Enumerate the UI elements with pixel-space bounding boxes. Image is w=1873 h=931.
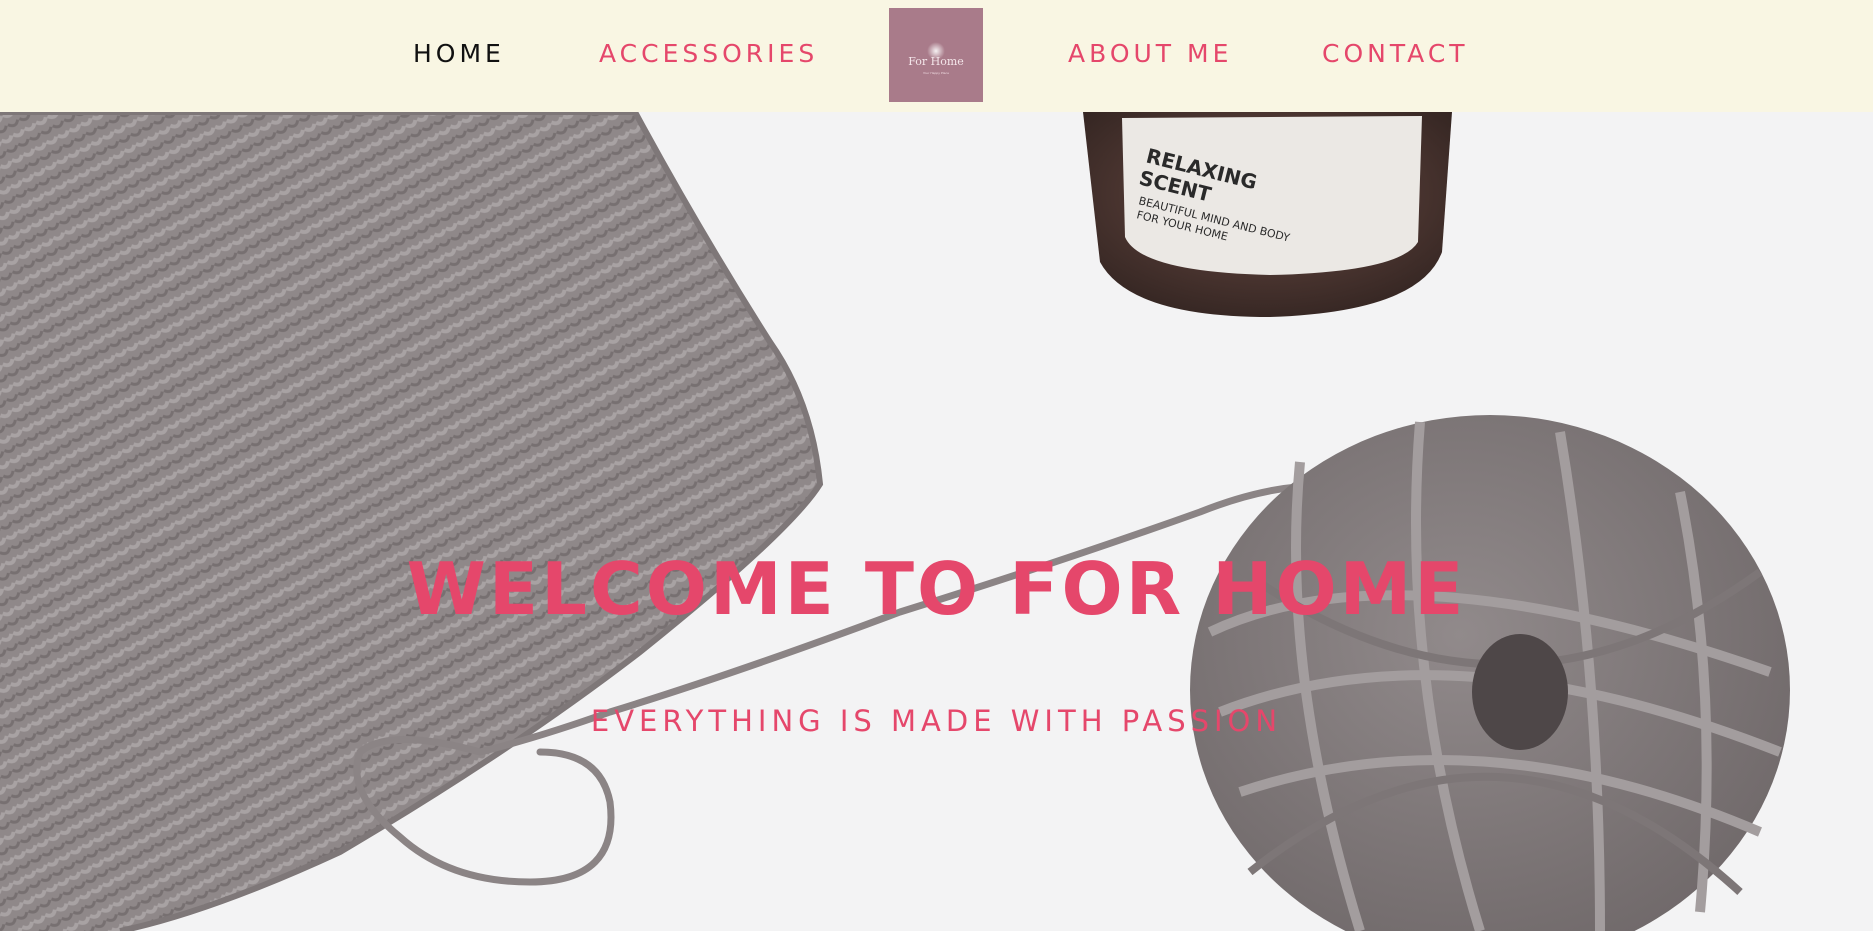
candle-jar: RELAXING SCENT BEAUTIFUL MIND AND BODY F… bbox=[1083, 112, 1452, 317]
logo[interactable]: For Home Your Happy Place bbox=[889, 8, 983, 102]
nav-link-home[interactable]: HOME bbox=[413, 38, 505, 70]
hero-section: RELAXING SCENT BEAUTIFUL MIND AND BODY F… bbox=[0, 112, 1873, 931]
logo-tagline: Your Happy Place bbox=[923, 71, 949, 75]
logo-title: For Home bbox=[908, 55, 964, 68]
site-header: HOME ACCESSORIES For Home Your Happy Pla… bbox=[0, 0, 1873, 112]
hero-title: WELCOME TO FOR HOME bbox=[406, 547, 1467, 632]
hero-subtitle: EVERYTHING IS MADE WITH PASSION bbox=[590, 704, 1283, 738]
hero-background-image: RELAXING SCENT BEAUTIFUL MIND AND BODY F… bbox=[0, 112, 1790, 931]
nav-link-contact[interactable]: CONTACT bbox=[1322, 38, 1469, 70]
nav-link-about-me[interactable]: ABOUT ME bbox=[1068, 38, 1232, 70]
page: HOME ACCESSORIES For Home Your Happy Pla… bbox=[0, 0, 1873, 931]
nav-link-accessories[interactable]: ACCESSORIES bbox=[599, 38, 818, 70]
